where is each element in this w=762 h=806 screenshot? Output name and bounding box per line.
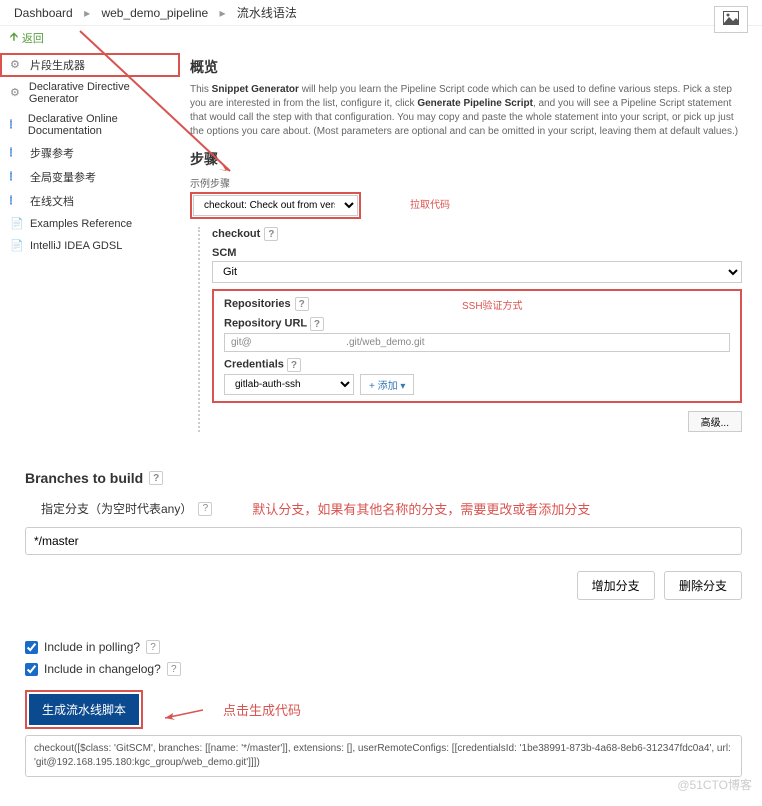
add-credentials-button[interactable]: + 添加 ▾ xyxy=(360,374,414,395)
back-link[interactable]: 🡩 返回 xyxy=(0,26,762,49)
breadcrumb-item[interactable]: Dashboard xyxy=(14,6,73,20)
script-output[interactable]: checkout([$class: 'GitSCM', branches: [[… xyxy=(25,735,742,777)
annotation-default-branch: 默认分支，如果有其他名称的分支，需要更改或者添加分支 xyxy=(252,499,590,518)
sidebar-item-label: Examples Reference xyxy=(30,218,132,230)
breadcrumb-sep: ▸ xyxy=(220,6,226,20)
gear-icon: ⚙ xyxy=(10,86,23,100)
main-content: 概览 This Snippet Generator will help you … xyxy=(180,49,762,440)
include-polling-label: Include in polling? xyxy=(44,640,140,654)
include-changelog-checkbox[interactable] xyxy=(25,663,38,676)
sidebar-item-global-vars[interactable]: i 全局变量参考 xyxy=(0,165,180,189)
sidebar-item-label: Declarative Online Documentation xyxy=(28,113,170,137)
sidebar-item-declarative-generator[interactable]: ⚙ Declarative Directive Generator xyxy=(0,77,180,109)
scm-select[interactable]: Git xyxy=(212,261,742,283)
delete-branch-button[interactable]: 删除分支 xyxy=(664,571,742,600)
sidebar-item-snippet-generator[interactable]: ⚙ 片段生成器 xyxy=(0,53,180,77)
advanced-button[interactable]: 高级... xyxy=(688,411,742,432)
info-icon: i xyxy=(10,170,24,184)
sidebar-item-label: Declarative Directive Generator xyxy=(29,81,170,105)
repo-url-label: Repository URL ? xyxy=(224,317,730,331)
help-icon[interactable]: ? xyxy=(167,662,181,676)
branch-spec-label: 指定分支（为空时代表any） ? xyxy=(41,500,212,517)
repositories-label: Repositories xyxy=(224,298,291,310)
gear-icon: ⚙ xyxy=(10,58,24,72)
watermark: @51CTO博客 xyxy=(677,776,752,793)
info-icon: i xyxy=(10,146,24,160)
generate-script-button[interactable]: 生成流水线脚本 xyxy=(29,694,139,725)
doc-icon: 📄 xyxy=(10,239,24,253)
sidebar-item-label: IntelliJ IDEA GDSL xyxy=(30,240,122,252)
annotation-ssh: SSH验证方式 xyxy=(462,297,523,312)
sidebar-item-intellij[interactable]: 📄 IntelliJ IDEA GDSL xyxy=(0,235,180,257)
overview-desc: This Snippet Generator will help you lea… xyxy=(190,83,742,139)
overview-title: 概览 xyxy=(190,57,742,77)
generate-highlight: 生成流水线脚本 xyxy=(25,690,143,729)
sidebar-item-label: 全局变量参考 xyxy=(30,169,96,185)
annotation-pull-code: 拉取代码 xyxy=(410,196,450,211)
sidebar-item-label: 在线文档 xyxy=(30,193,74,209)
help-icon[interactable]: ? xyxy=(198,502,212,516)
sidebar-item-examples[interactable]: 📄 Examples Reference xyxy=(0,213,180,235)
steps-title: 步骤 xyxy=(190,149,742,169)
sidebar-item-step-ref[interactable]: i 步骤参考 xyxy=(0,141,180,165)
up-arrow-icon: 🡩 xyxy=(10,28,18,47)
step-select-highlight: checkout: Check out from version control xyxy=(190,192,361,219)
help-icon[interactable]: ? xyxy=(146,640,160,654)
info-icon: i xyxy=(10,118,22,132)
credentials-label: Credentials ? xyxy=(224,358,730,372)
annotation-generate: 点击生成代码 xyxy=(223,700,301,719)
branches-title: Branches to build ? xyxy=(25,470,742,486)
info-icon: i xyxy=(10,194,24,208)
scm-label: SCM xyxy=(212,247,742,259)
sample-step-label: 示例步骤 xyxy=(190,175,742,190)
sidebar-item-label: 片段生成器 xyxy=(30,57,85,73)
help-icon[interactable]: ? xyxy=(310,317,324,331)
sidebar-item-label: 步骤参考 xyxy=(30,145,74,161)
checkout-label: checkout ? xyxy=(212,227,742,241)
sidebar-item-online-docs[interactable]: i 在线文档 xyxy=(0,189,180,213)
sample-step-select[interactable]: checkout: Check out from version control xyxy=(193,195,358,216)
help-icon[interactable]: ? xyxy=(295,297,309,311)
breadcrumb-item[interactable]: 流水线语法 xyxy=(237,6,297,20)
include-changelog-label: Include in changelog? xyxy=(44,662,161,676)
breadcrumb: Dashboard ▸ web_demo_pipeline ▸ 流水线语法 xyxy=(0,0,762,26)
sidebar: ⚙ 片段生成器 ⚙ Declarative Directive Generato… xyxy=(0,49,180,440)
annotation-arrow-icon xyxy=(163,700,203,720)
include-polling-checkbox[interactable] xyxy=(25,641,38,654)
back-label: 返回 xyxy=(22,30,44,46)
breadcrumb-item[interactable]: web_demo_pipeline xyxy=(101,6,208,20)
credentials-select[interactable]: gitlab-auth-ssh xyxy=(224,374,354,395)
branch-input[interactable] xyxy=(25,527,742,555)
doc-icon: 📄 xyxy=(10,217,24,231)
sidebar-item-declarative-docs[interactable]: i Declarative Online Documentation xyxy=(0,109,180,141)
repo-url-input[interactable] xyxy=(224,333,730,352)
help-icon[interactable]: ? xyxy=(287,358,301,372)
add-branch-button[interactable]: 增加分支 xyxy=(577,571,655,600)
image-button[interactable] xyxy=(714,6,748,33)
help-icon[interactable]: ? xyxy=(264,227,278,241)
help-icon[interactable]: ? xyxy=(149,471,163,485)
breadcrumb-sep: ▸ xyxy=(84,6,90,20)
